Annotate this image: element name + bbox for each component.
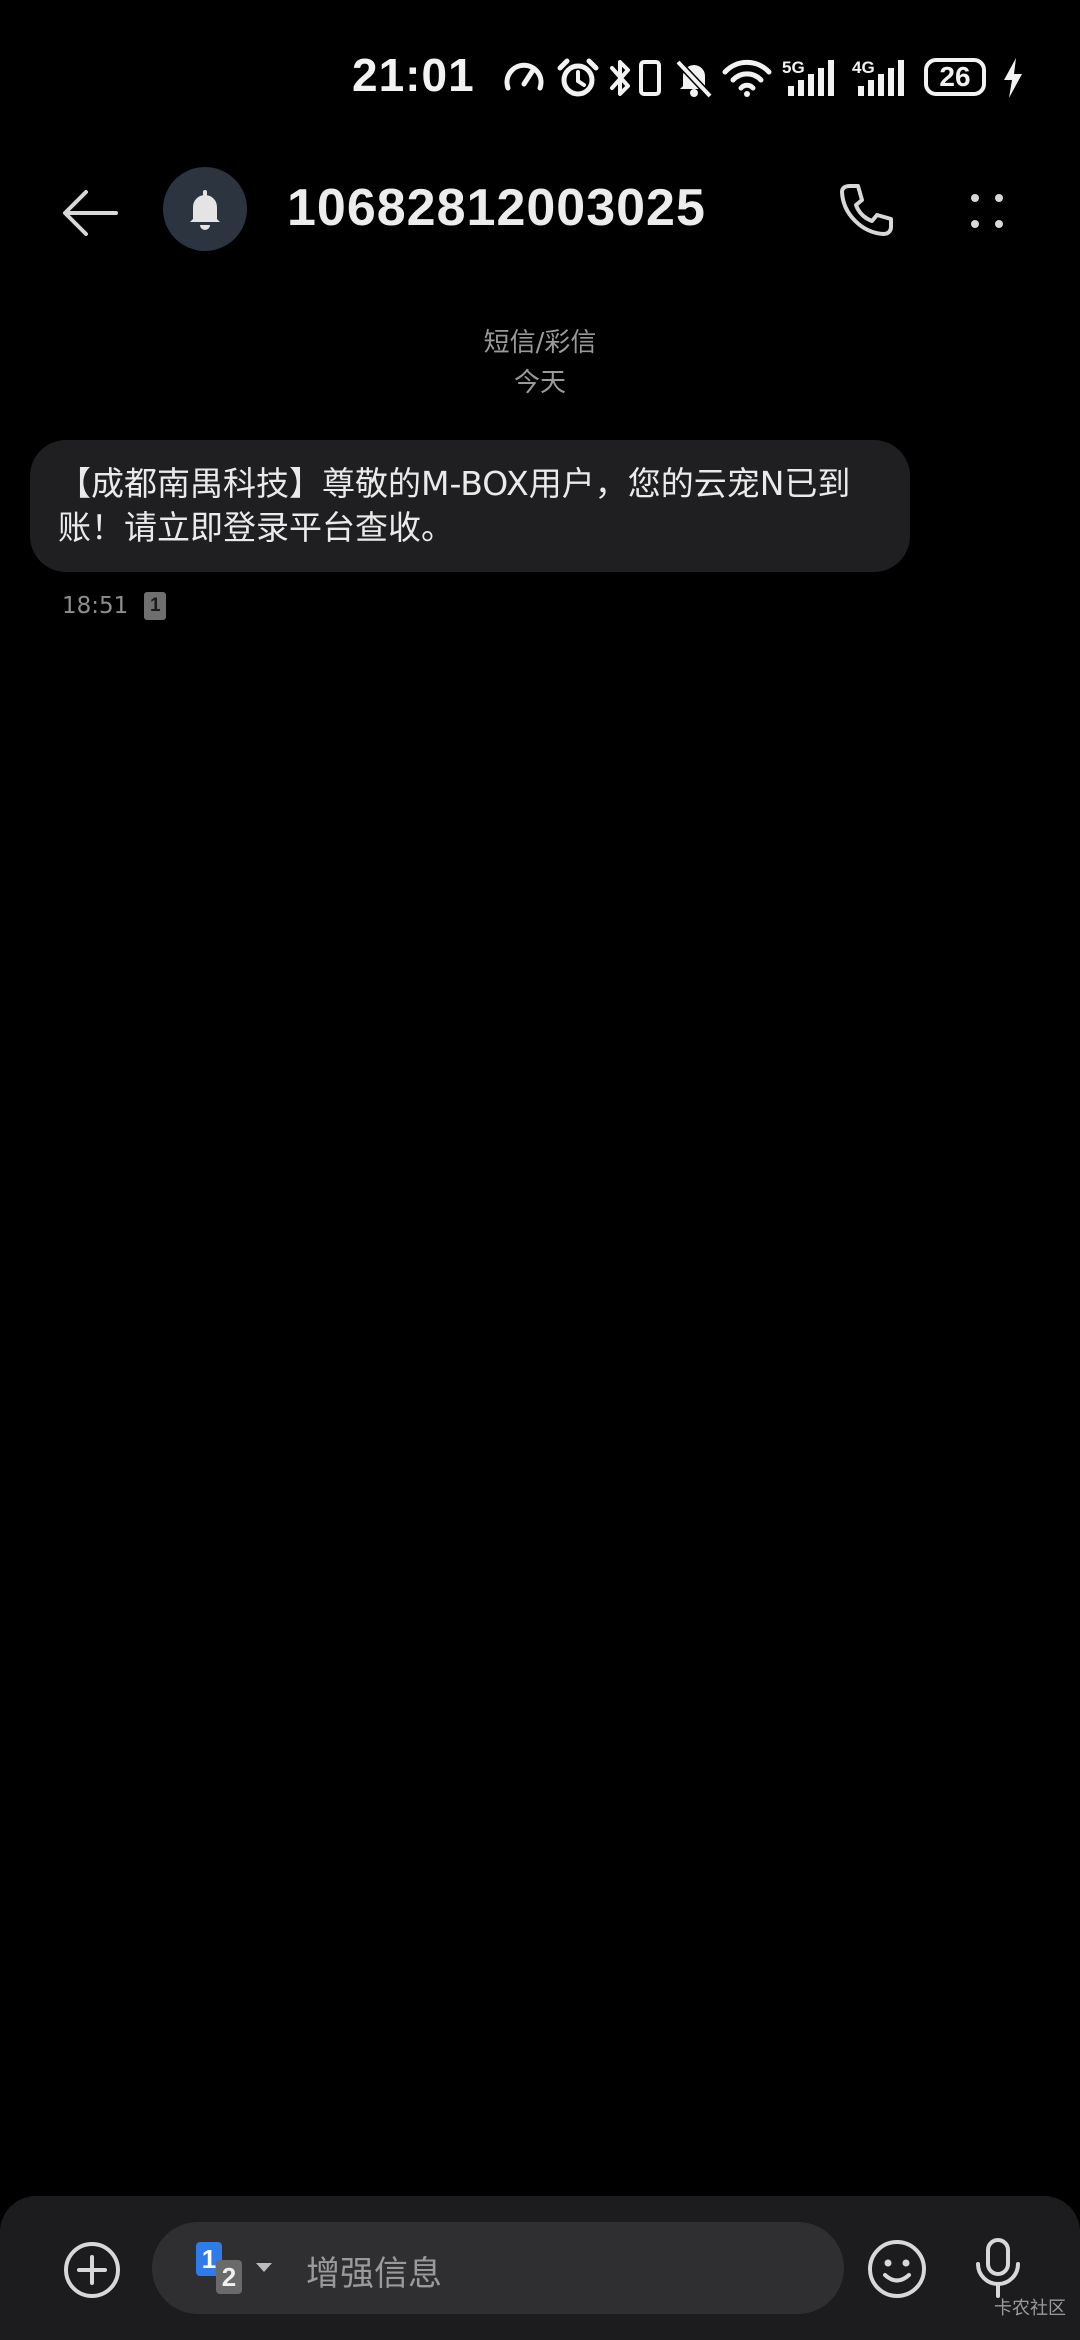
vibrate-icon <box>636 56 664 100</box>
conversation-header: 10682812003025 <box>0 150 1080 270</box>
message-type-label: 短信/彩信 <box>483 328 597 358</box>
message-input[interactable]: 1 2 增强信息 <box>152 2222 844 2314</box>
avatar[interactable] <box>163 167 247 251</box>
status-time: 21:01 <box>352 49 475 101</box>
back-button[interactable] <box>56 178 126 248</box>
message-composer: 1 2 增强信息 卡农社区 <box>0 2196 1080 2340</box>
more-options-button[interactable] <box>952 176 1022 246</box>
phone-icon <box>840 184 893 236</box>
emoji-icon <box>868 2240 926 2298</box>
caret-down-icon <box>256 2263 272 2272</box>
battery-indicator: 26 <box>924 58 986 96</box>
add-circle-icon <box>64 2242 120 2298</box>
sim-2-badge: 2 <box>216 2260 242 2294</box>
mute-icon <box>672 56 716 100</box>
wifi-icon <box>722 56 772 100</box>
bell-icon <box>190 190 220 230</box>
call-button[interactable] <box>830 176 900 246</box>
message-bubble[interactable]: 【成都南禺科技】尊敬的M-BOX用户，您的云宠N已到账！请立即登录平台查收。 <box>30 440 910 572</box>
date-separator: 今天 <box>513 368 566 398</box>
signal-icon <box>786 56 840 100</box>
sim-selector[interactable]: 1 2 <box>196 2242 272 2298</box>
message-time: 18:51 <box>62 593 129 619</box>
contact-title[interactable]: 10682812003025 <box>287 178 706 238</box>
sim-badge: 1 <box>144 592 167 620</box>
microphone-icon <box>976 2238 1020 2298</box>
speedometer-icon <box>502 56 546 100</box>
more-vertical-icon <box>971 194 1003 228</box>
charging-icon <box>1000 56 1026 100</box>
watermark: 卡农社区 <box>994 2298 1066 2319</box>
input-placeholder: 增强信息 <box>306 2254 442 2294</box>
add-attachment-button[interactable] <box>62 2240 122 2300</box>
message-meta: 18:51 1 <box>62 592 167 620</box>
bluetooth-icon <box>608 56 634 100</box>
emoji-button[interactable] <box>866 2238 928 2300</box>
back-arrow-icon <box>63 190 118 236</box>
status-bar: 21:01 5G 4G 26 <box>0 0 1080 150</box>
voice-input-button[interactable] <box>970 2236 1026 2302</box>
signal-icon <box>856 56 910 100</box>
alarm-icon <box>556 56 600 100</box>
